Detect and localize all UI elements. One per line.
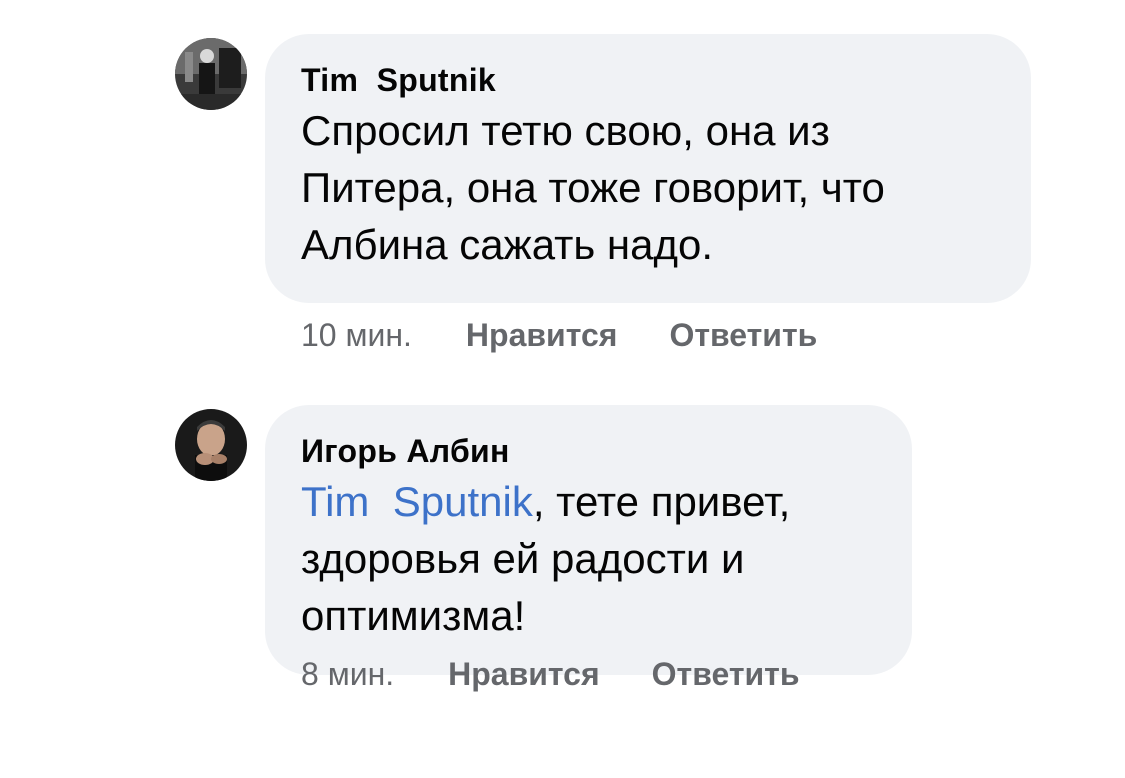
- comment-meta: 8 мин. Нравится Ответить: [301, 654, 800, 694]
- comment-text-line: оптимизма!: [301, 592, 526, 639]
- reply-button[interactable]: Ответить: [652, 654, 800, 694]
- mention-link[interactable]: Tim Sputnik: [301, 478, 533, 525]
- comment-text: Tim Sputnik, тете привет, здоровья ей ра…: [301, 473, 876, 644]
- avatar[interactable]: [175, 38, 247, 110]
- profile-photo-icon: [175, 409, 247, 481]
- comment-text-line: Албина сажать надо.: [301, 221, 714, 268]
- comment-text: Спросил тетю свою, она из Питера, она то…: [301, 102, 995, 273]
- comment-timestamp[interactable]: 10 мин.: [301, 315, 412, 355]
- comment-text-line: Питера, она тоже говорит, что: [301, 164, 885, 211]
- comment-text-line: здоровья ей радости и: [301, 535, 745, 582]
- comment-text-fragment: , тете привет,: [532, 478, 791, 525]
- like-button[interactable]: Нравится: [466, 315, 618, 355]
- like-button[interactable]: Нравится: [448, 654, 600, 694]
- comment-timestamp[interactable]: 8 мин.: [301, 654, 394, 694]
- comment-author[interactable]: Игорь Албин: [301, 429, 876, 473]
- comment-author[interactable]: Tim Sputnik: [301, 58, 995, 102]
- comment-meta: 10 мин. Нравится Ответить: [301, 315, 817, 355]
- avatar[interactable]: [175, 409, 247, 481]
- reply-button[interactable]: Ответить: [669, 315, 817, 355]
- profile-photo-icon: [175, 38, 247, 110]
- comment-bubble: Игорь Албин Tim Sputnik, тете привет, зд…: [265, 405, 912, 675]
- comment-text-line: Tim Sputnik, тете привет,: [301, 473, 876, 530]
- comment-bubble: Tim Sputnik Спросил тетю свою, она из Пи…: [265, 34, 1031, 303]
- comment-text-line: Спросил тетю свою, она из: [301, 107, 830, 154]
